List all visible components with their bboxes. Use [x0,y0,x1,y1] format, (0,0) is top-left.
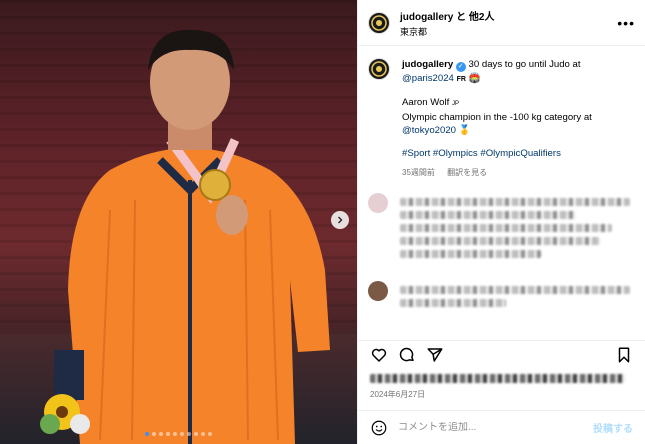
comment-button[interactable] [398,346,416,364]
like-button[interactable] [370,346,388,364]
hashtags[interactable]: #Sport #Olympics #OlympicQualifiers [402,147,592,160]
post-location[interactable]: 東京都 [400,25,617,38]
post-header: judogallery と 他2人 東京都 ••• [358,0,645,46]
judo-logo-icon [371,14,387,31]
author-username[interactable]: judogallery [400,12,453,23]
athlete-name: Aaron Wolf [402,97,450,108]
heart-icon [371,348,387,362]
bookmark-icon [618,347,630,362]
blurred-likes-text [370,374,625,383]
comment-item [358,193,645,263]
mention-paris2024[interactable]: @paris2024 [402,73,454,84]
post-age: 35週間前 [402,168,435,177]
carousel-dot [194,432,198,436]
action-bar [358,340,645,368]
carousel-dot [201,432,205,436]
medal-emoji: 🥇 [458,125,471,136]
post-photo[interactable] [0,0,357,444]
more-options-button[interactable]: ••• [617,15,635,31]
comment-icon [399,347,414,361]
translate-link[interactable]: 翻訳を見る [447,168,487,177]
carousel-dot [180,432,184,436]
post-date: 2024年6月27日 [370,390,426,399]
comment-input[interactable] [398,422,593,433]
caption-avatar[interactable] [368,58,390,80]
post-sidebar: judogallery と 他2人 東京都 ••• judogallery ✓ … [357,0,645,444]
comment-box: 投稿する [358,410,645,444]
carousel-indicator [0,432,357,436]
post-comment-button[interactable]: 投稿する [593,420,633,435]
caption-line3: Olympic champion in the -100 kg category… [402,112,592,123]
chevron-right-icon [338,216,343,224]
blurred-comment-text [400,281,635,312]
carousel-dot [152,432,156,436]
share-button[interactable] [426,346,444,364]
carousel-dot [145,432,149,436]
collab-others[interactable]: 他2人 [469,12,495,23]
carousel-dot [159,432,163,436]
blurred-comment-text [400,193,635,263]
carousel-dot [208,432,212,436]
verified-badge-icon: ✓ [455,62,466,72]
next-slide-button[interactable] [331,211,349,229]
more-horizontal-icon: ••• [617,14,635,31]
flag-fr: FR [456,76,466,83]
commenter-avatar[interactable] [368,193,388,213]
post-caption: judogallery ✓ 30 days to go until Judo a… [358,46,645,179]
author-avatar[interactable] [368,11,390,34]
flag-jp: JP [451,101,459,107]
carousel-dot [166,432,170,436]
collab-connector: と [456,11,467,23]
caption-line1: 30 days to go until Judo at [468,59,581,70]
mention-tokyo2020[interactable]: @tokyo2020 [402,125,456,136]
carousel-dot [187,432,191,436]
comment-item [358,281,645,312]
carousel-dot [173,432,177,436]
send-icon [427,347,443,362]
judo-logo-icon [371,61,387,77]
commenter-avatar[interactable] [368,281,388,301]
athlete-figure [40,29,330,444]
emoji-icon[interactable] [370,419,388,437]
save-button[interactable] [615,346,633,364]
caption-username[interactable]: judogallery [402,59,453,70]
stadium-emoji: 🏟️ [468,73,481,84]
